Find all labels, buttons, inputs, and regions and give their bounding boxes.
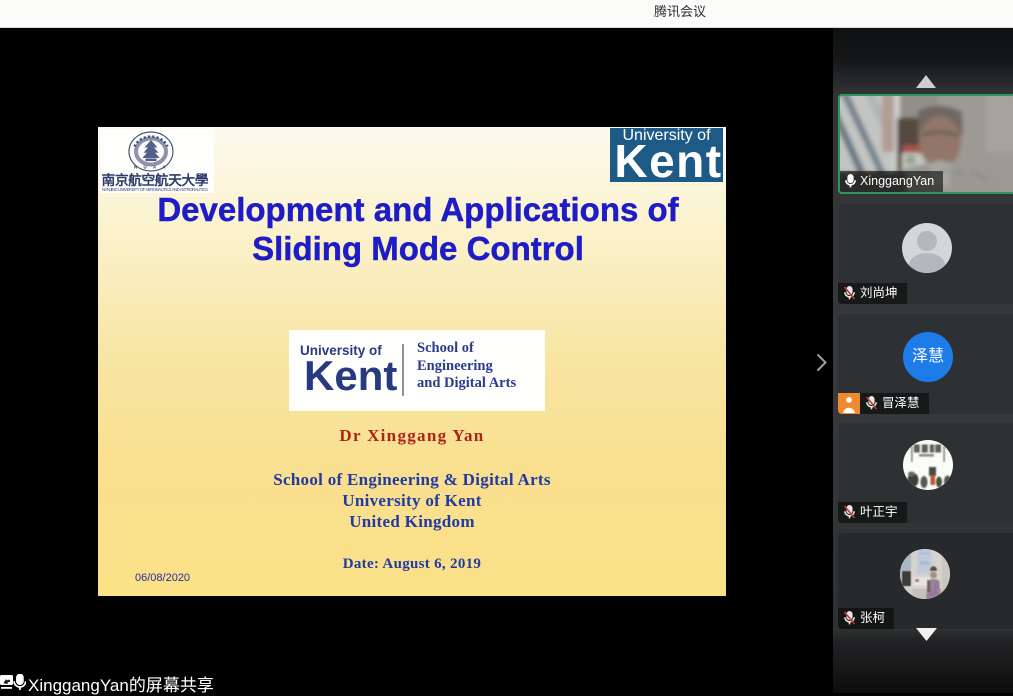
svg-text:N U A A: N U A A: [134, 165, 168, 170]
svg-text:南京航空航天大學: 南京航空航天大學: [102, 172, 209, 188]
